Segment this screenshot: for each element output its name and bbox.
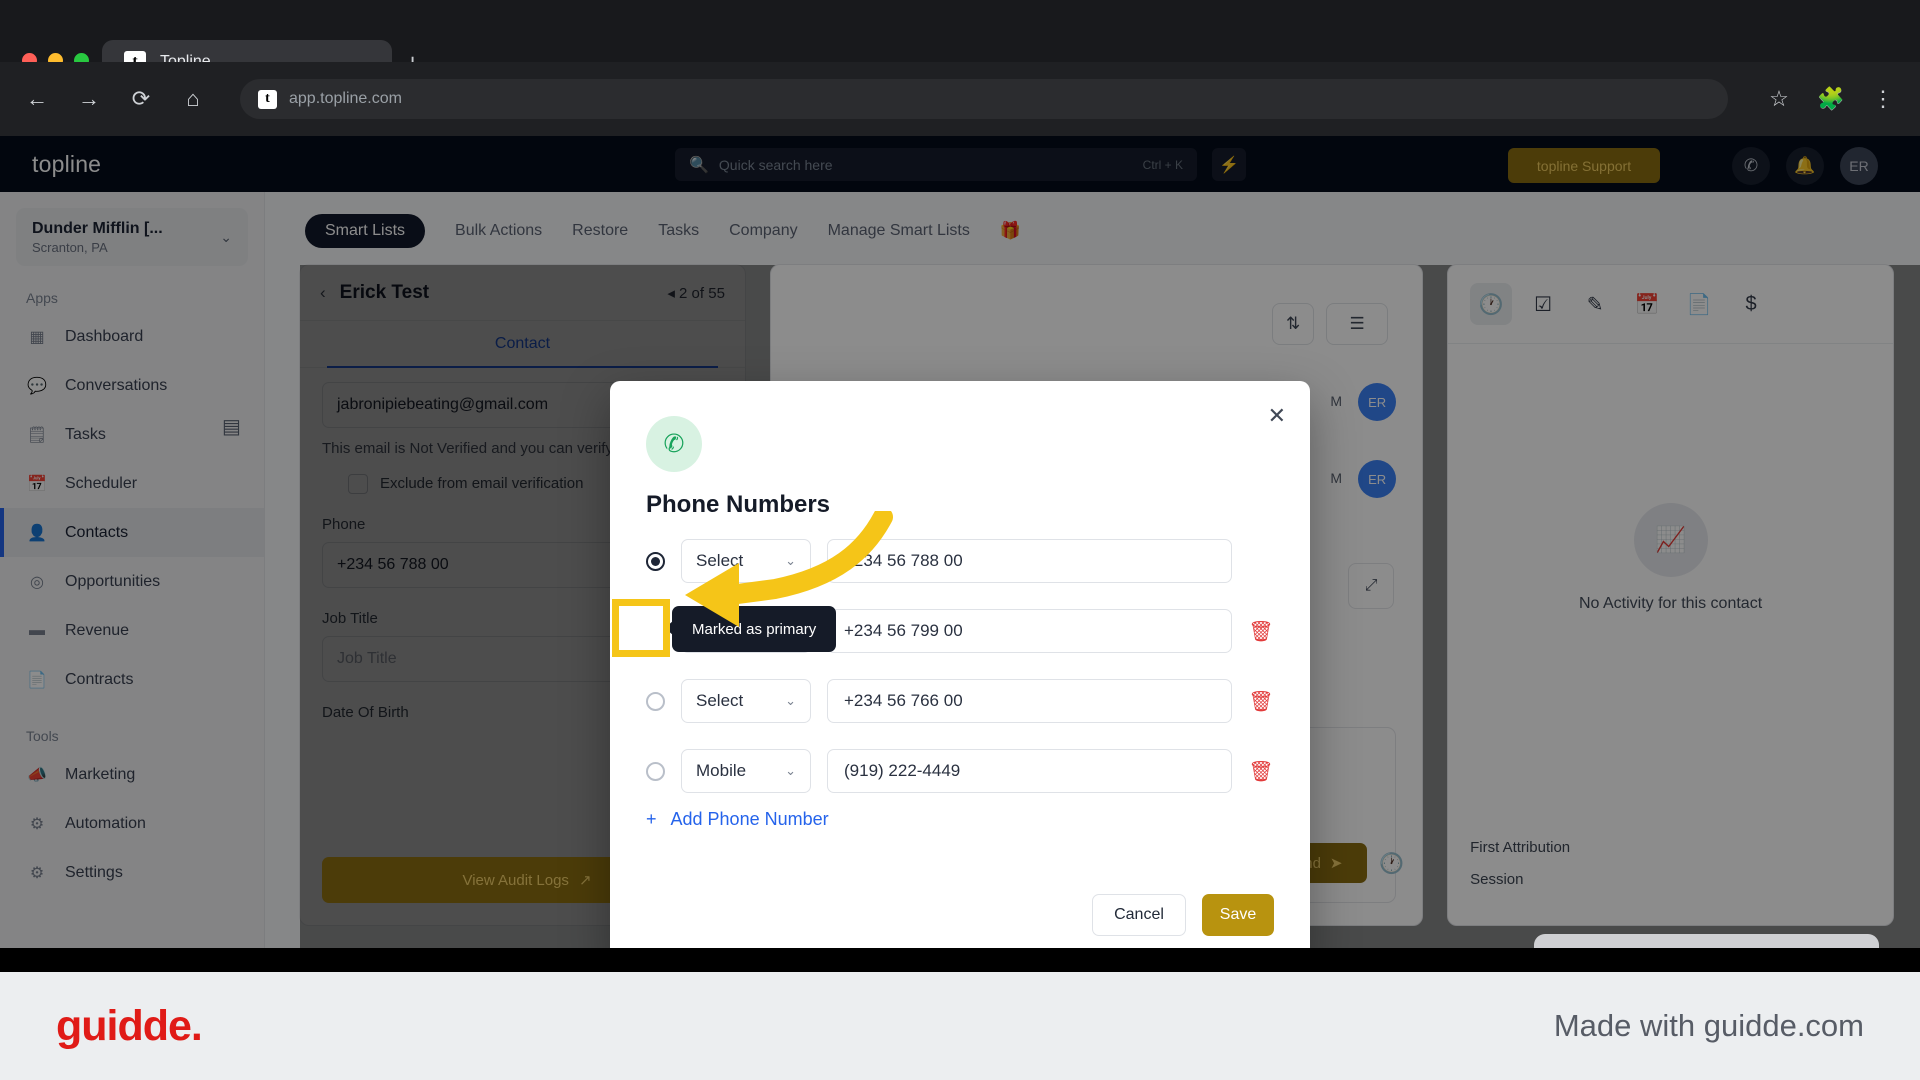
- phone-row: Mobile ⌄ (919) 222-4449 🗑: [646, 749, 1274, 793]
- add-phone-number-button[interactable]: + Add Phone Number: [646, 809, 829, 830]
- delete-phone-icon[interactable]: 🗑: [1248, 759, 1274, 784]
- add-phone-number-label: Add Phone Number: [670, 809, 829, 829]
- chevron-down-icon: ⌄: [785, 693, 796, 708]
- address-bar-url: app.topline.com: [289, 90, 402, 107]
- modal-title: Phone Numbers: [646, 491, 831, 518]
- phone-type-select[interactable]: Mobile ⌄: [681, 749, 811, 793]
- phone-number-input[interactable]: +234 56 766 00: [827, 679, 1232, 723]
- guidde-logo: guidde.: [56, 1001, 203, 1050]
- delete-phone-icon[interactable]: 🗑: [1248, 689, 1274, 714]
- highlight-box: [612, 599, 670, 657]
- bookmark-star-icon[interactable]: ☆: [1764, 86, 1794, 112]
- phone-number-input[interactable]: +234 56 799 00: [827, 609, 1232, 653]
- browser-navbar: ← → ⟳ ⌂ t app.topline.com ☆ 🧩 ⋮: [0, 62, 1920, 136]
- phone-number-input[interactable]: (919) 222-4449: [827, 749, 1232, 793]
- phone-type-value: Select: [696, 551, 744, 570]
- reload-icon[interactable]: ⟳: [126, 86, 156, 112]
- screenshot-root: t Topline + ← → ⟳ ⌂ t app.topline.com ☆ …: [0, 0, 1920, 1080]
- plus-icon: +: [646, 809, 657, 829]
- phone-type-value: Mobile: [696, 761, 747, 780]
- chevron-down-icon: ⌄: [785, 763, 796, 778]
- phone-type-value: Select: [696, 691, 744, 710]
- application-viewport: topline 🔍 Quick search here Ctrl + K ⚡ t…: [0, 136, 1920, 948]
- phone-numbers-modal: ✕ ✆ Phone Numbers Select ⌄ +234 56 788 0…: [610, 381, 1310, 948]
- browser-tabstrip: t Topline +: [0, 0, 1920, 83]
- primary-tooltip: Marked as primary: [672, 606, 837, 652]
- phone-type-select[interactable]: Select ⌄: [681, 679, 811, 723]
- browser-toolbar-right: ☆ 🧩 ⋮: [1764, 86, 1898, 112]
- phone-row: Select ⌄ +234 56 788 00 🗑: [646, 539, 1274, 583]
- delete-phone-icon[interactable]: 🗑: [1248, 619, 1274, 644]
- extensions-icon[interactable]: 🧩: [1816, 86, 1846, 112]
- primary-radio[interactable]: [646, 761, 665, 781]
- phone-number-input[interactable]: +234 56 788 00: [827, 539, 1232, 583]
- phone-icon: ✆: [646, 416, 702, 472]
- back-icon[interactable]: ←: [22, 86, 52, 112]
- chevron-down-icon: ⌄: [785, 553, 796, 568]
- cancel-button[interactable]: Cancel: [1092, 894, 1186, 936]
- phone-rows: Select ⌄ +234 56 788 00 🗑 Mobile ⌄ +234 …: [646, 539, 1274, 819]
- save-button[interactable]: Save: [1202, 894, 1274, 936]
- primary-radio[interactable]: [646, 691, 665, 711]
- site-favicon: t: [258, 89, 277, 109]
- browser-chrome: t Topline + ← → ⟳ ⌂ t app.topline.com ☆ …: [0, 0, 1920, 136]
- forward-icon[interactable]: →: [74, 86, 104, 112]
- onboarding-panel[interactable]: Onboarding 🎉 → Welcome & Profile Setup: [1534, 934, 1879, 948]
- close-icon[interactable]: ✕: [1268, 403, 1286, 429]
- phone-row: Select ⌄ +234 56 766 00 🗑: [646, 679, 1274, 723]
- phone-type-select[interactable]: Select ⌄: [681, 539, 811, 583]
- modal-footer: Cancel Save: [1092, 894, 1274, 936]
- guidde-footer: guidde. Made with guidde.com: [0, 972, 1920, 1080]
- browser-menu-icon[interactable]: ⋮: [1868, 86, 1898, 112]
- guidde-made-with: Made with guidde.com: [1553, 1008, 1864, 1043]
- home-icon[interactable]: ⌂: [178, 86, 208, 112]
- primary-radio[interactable]: [646, 551, 665, 571]
- address-bar[interactable]: t app.topline.com: [240, 79, 1728, 119]
